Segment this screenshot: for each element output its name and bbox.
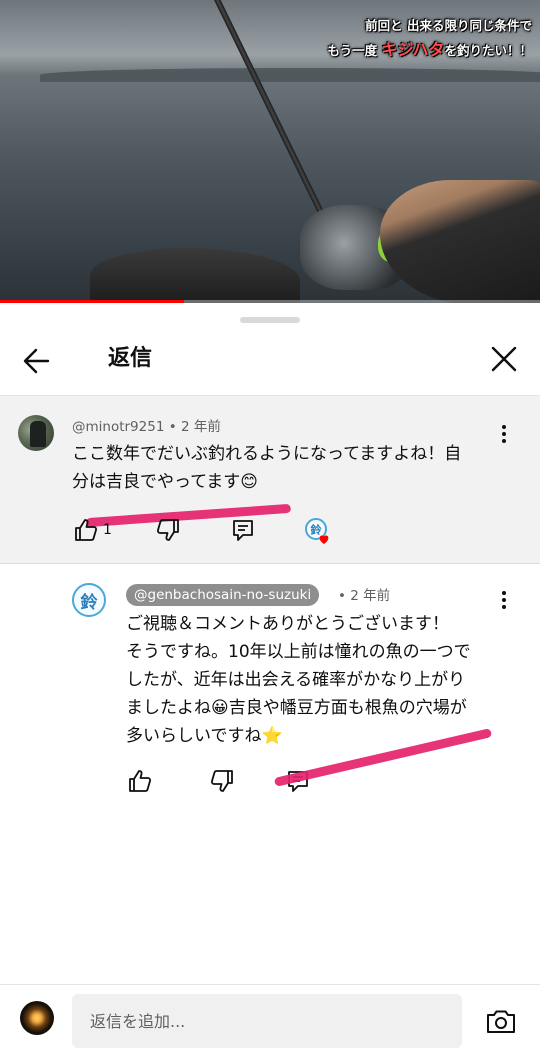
reply-text-line: ましたよね😀吉良や幡豆方面も根魚の穴場が xyxy=(126,698,467,718)
video-caption-line2: もう一度 キジハタを釣りたい！！ xyxy=(327,38,532,63)
video-caption-accent: キジハタ xyxy=(381,40,445,59)
user-avatar[interactable] xyxy=(20,1001,54,1035)
composer-divider xyxy=(0,984,540,985)
video-player[interactable]: 前回と 出来る限り同じ条件で もう一度 キジハタを釣りたい！！ xyxy=(0,0,540,303)
close-button[interactable] xyxy=(484,339,524,379)
comment-author[interactable]: @minotr9251 xyxy=(72,419,164,435)
comment-text: ここ数年でだいぶ釣れるようになってますよね！自 分は吉良でやってます😊 xyxy=(72,440,461,496)
more-vert-icon[interactable] xyxy=(494,422,514,446)
arrow-left-icon xyxy=(23,348,50,374)
comment-meta: @minotr9251 • 2 年前 xyxy=(72,419,221,435)
creator-heart-badge: 鈴 xyxy=(304,517,330,544)
reply-text: ご視聴＆コメントありがとうございます！ そうですね。10年以上前は憧れの魚の一つ… xyxy=(126,610,471,750)
video-frame-coast xyxy=(40,68,540,82)
video-caption: 前回と 出来る限り同じ条件で もう一度 キジハタを釣りたい！！ xyxy=(327,14,532,63)
like-button[interactable] xyxy=(72,516,100,544)
dislike-button[interactable] xyxy=(154,516,182,544)
reply-icon xyxy=(233,520,253,541)
video-caption-suffix: を釣りたい！！ xyxy=(444,43,532,58)
creator-heart-icon: 鈴 xyxy=(305,518,329,544)
avatar-figure xyxy=(30,421,46,447)
reply-text-line: したが、近年は出会える確率がかなり上がり xyxy=(126,670,466,690)
parent-comment: @minotr9251 • 2 年前 ここ数年でだいぶ釣れるようになってますよね… xyxy=(0,396,540,563)
video-caption-line1: 前回と 出来る限り同じ条件で xyxy=(365,18,532,33)
dislike-button[interactable] xyxy=(208,767,236,795)
thumb-up-icon xyxy=(129,770,152,792)
reply-text-line: ご視聴＆コメントありがとうございます！ xyxy=(126,614,449,634)
comment-text-line: 分は吉良でやってます😊 xyxy=(72,472,259,492)
sheet-title: 返信 xyxy=(108,346,153,371)
video-caption-prefix: もう一度 xyxy=(327,43,378,58)
more-vert-icon[interactable] xyxy=(494,588,514,612)
reply-time: 2 年前 xyxy=(350,588,391,604)
thumb-down-icon xyxy=(210,770,233,792)
comment-text-line: ここ数年でだいぶ釣れるようになってますよね！自 xyxy=(72,444,462,464)
like-count: 1 xyxy=(103,522,112,538)
replies-sheet: 返信 @minotr9251 • 2 年前 ここ数年でだいぶ釣れるようになってま… xyxy=(0,303,540,1057)
avatar[interactable] xyxy=(18,415,54,451)
camera-button[interactable] xyxy=(484,1005,518,1039)
thumb-down-icon xyxy=(156,519,179,541)
reply-meta: • 2 年前 xyxy=(338,588,391,604)
camera-icon xyxy=(487,1010,515,1033)
svg-text:鈴: 鈴 xyxy=(311,523,323,537)
thumb-up-icon xyxy=(75,519,98,541)
reply-text-line: そうですね。10年以上前は憧れの魚の一つで xyxy=(126,642,471,662)
back-button[interactable] xyxy=(18,341,58,381)
reply-author-chip[interactable]: @genbachosain-no-suzuki xyxy=(126,584,320,606)
reply-avatar[interactable]: 鈴 xyxy=(72,583,106,617)
parent-divider xyxy=(0,563,540,564)
close-icon xyxy=(491,346,517,372)
highlight-stroke xyxy=(85,503,292,528)
reply-button[interactable] xyxy=(229,516,257,544)
like-button[interactable] xyxy=(126,767,154,795)
comment-time: 2 年前 xyxy=(180,419,221,435)
reply-input[interactable] xyxy=(72,994,462,1048)
sheet-drag-handle[interactable] xyxy=(240,317,300,323)
